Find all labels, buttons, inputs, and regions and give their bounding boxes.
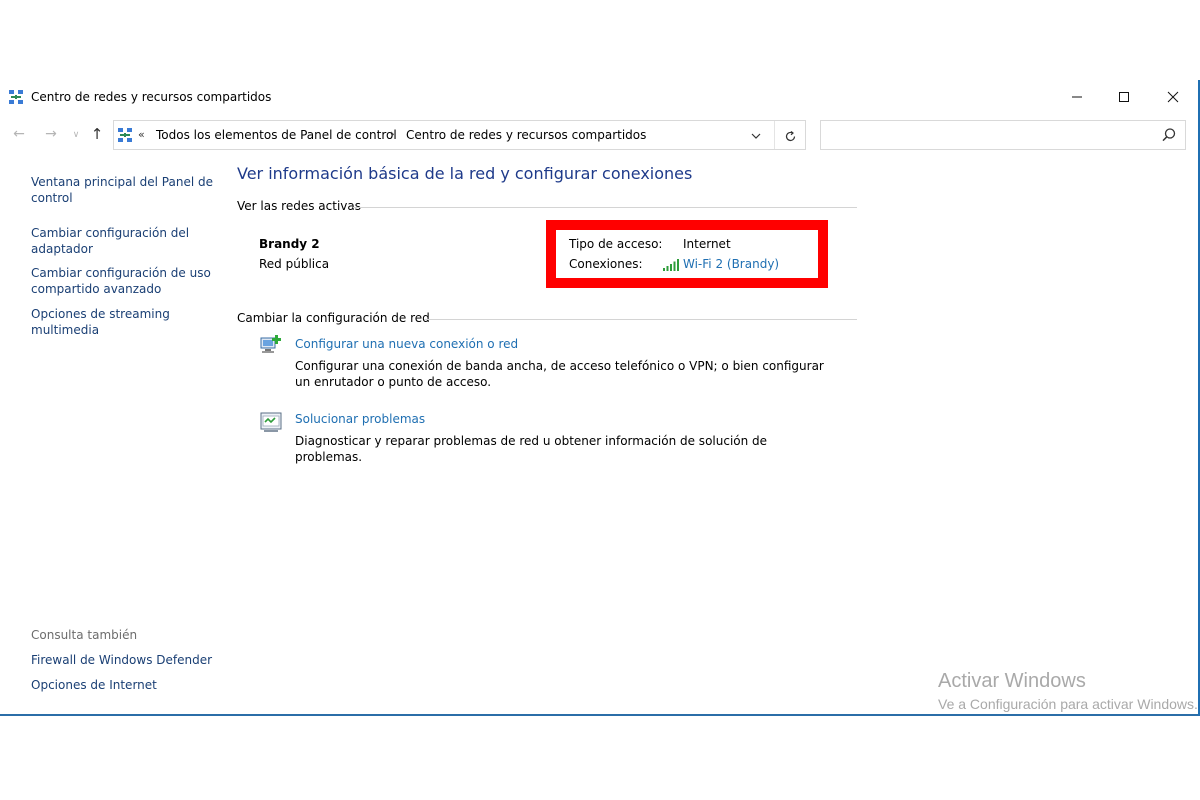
sidebar-link-adapter-settings[interactable]: Cambiar configuración del adaptador bbox=[31, 225, 216, 257]
control-panel-icon bbox=[118, 128, 132, 142]
network-center-icon bbox=[9, 90, 23, 104]
section-divider bbox=[424, 319, 857, 320]
access-type-value: Internet bbox=[683, 237, 731, 251]
search-input[interactable] bbox=[820, 120, 1186, 150]
breadcrumb-overflow-icon[interactable]: « bbox=[138, 128, 145, 141]
maximize-button[interactable] bbox=[1101, 80, 1147, 114]
troubleshoot-link[interactable]: Solucionar problemas bbox=[295, 412, 425, 426]
refresh-button[interactable] bbox=[780, 126, 800, 146]
sidebar-link-advanced-sharing[interactable]: Cambiar configuración de uso compartido … bbox=[31, 265, 216, 297]
address-dropdown-button[interactable] bbox=[746, 127, 766, 145]
connections-label: Conexiones: bbox=[569, 257, 643, 271]
navigation-bar: ← → ∨ ↑ « Todos los elementos de Panel d… bbox=[0, 118, 1200, 152]
network-center-window: Centro de redes y recursos compartidos ←… bbox=[0, 80, 1200, 716]
maximize-icon bbox=[1119, 92, 1129, 102]
window-title: Centro de redes y recursos compartidos bbox=[31, 90, 272, 104]
sidebar-link-internet-options[interactable]: Opciones de Internet bbox=[31, 677, 216, 693]
activation-watermark-title: Activar Windows bbox=[938, 670, 1086, 692]
see-also-heading: Consulta también bbox=[31, 628, 138, 642]
sidebar-link-media-streaming[interactable]: Opciones de streaming multimedia bbox=[31, 306, 216, 338]
close-button[interactable] bbox=[1150, 80, 1196, 114]
change-settings-heading: Cambiar la configuración de red bbox=[237, 311, 430, 325]
sidebar-link-control-panel-home[interactable]: Ventana principal del Panel de control bbox=[31, 174, 216, 206]
page-title: Ver información básica de la red y confi… bbox=[237, 164, 693, 183]
section-divider bbox=[353, 207, 857, 208]
title-bar: Centro de redes y recursos compartidos bbox=[0, 80, 1200, 114]
activation-watermark-subtitle: Ve a Configuración para activar Windows. bbox=[938, 696, 1198, 712]
active-networks-heading: Ver las redes activas bbox=[237, 199, 361, 213]
back-arrow-icon[interactable]: ← bbox=[11, 126, 27, 142]
wifi-connection-link[interactable]: Wi-Fi 2 (Brandy) bbox=[683, 257, 779, 271]
access-type-label: Tipo de acceso: bbox=[569, 237, 663, 251]
troubleshoot-description: Diagnosticar y reparar problemas de red … bbox=[295, 434, 768, 464]
breadcrumb-network-center[interactable]: Centro de redes y recursos compartidos bbox=[406, 128, 646, 142]
address-bar[interactable]: « Todos los elementos de Panel de contro… bbox=[113, 120, 806, 150]
breadcrumb-control-panel[interactable]: Todos los elementos de Panel de control bbox=[156, 128, 397, 142]
up-arrow-icon[interactable]: ↑ bbox=[89, 125, 105, 143]
highlight-box bbox=[546, 220, 828, 288]
new-connection-description: Configurar una conexión de banda ancha, … bbox=[295, 359, 824, 389]
breadcrumb-separator-icon[interactable]: › bbox=[390, 127, 395, 141]
new-connection-icon bbox=[260, 335, 281, 353]
address-divider bbox=[774, 121, 775, 149]
close-icon bbox=[1167, 91, 1179, 103]
wifi-signal-icon bbox=[663, 259, 679, 271]
network-type[interactable]: Red pública bbox=[259, 257, 329, 271]
troubleshoot-icon bbox=[260, 412, 282, 432]
minimize-icon bbox=[1072, 96, 1082, 98]
new-connection-link[interactable]: Configurar una nueva conexión o red bbox=[295, 337, 518, 351]
recent-locations-chevron-icon[interactable]: ∨ bbox=[68, 127, 84, 143]
sidebar-link-firewall[interactable]: Firewall de Windows Defender bbox=[31, 652, 216, 668]
chevron-down-icon bbox=[751, 133, 761, 139]
search-icon bbox=[1162, 128, 1176, 142]
network-name: Brandy 2 bbox=[259, 237, 320, 251]
refresh-icon bbox=[785, 130, 795, 141]
minimize-button[interactable] bbox=[1054, 80, 1100, 114]
forward-arrow-icon[interactable]: → bbox=[43, 126, 59, 142]
